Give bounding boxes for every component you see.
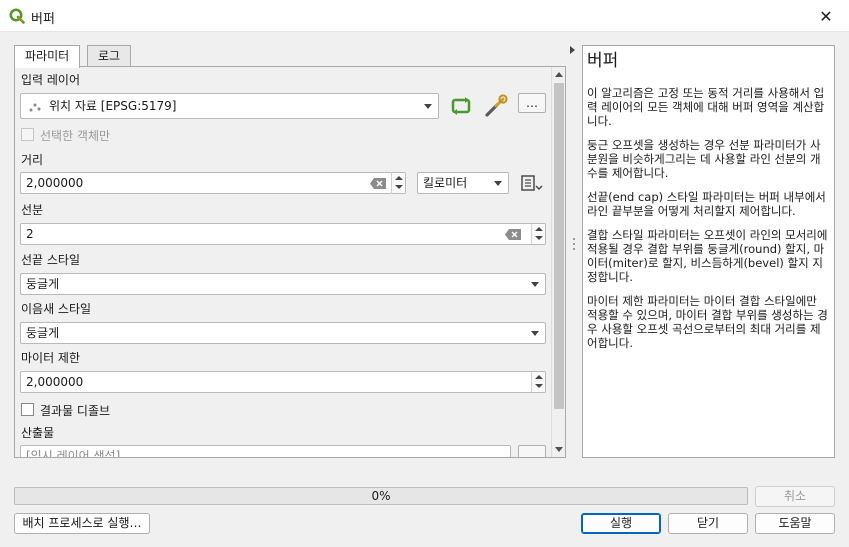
distance-input[interactable]: 2,000000: [20, 172, 392, 194]
chevron-down-icon: [494, 181, 502, 186]
close-window-button[interactable]: ✕: [803, 0, 849, 32]
tab-log[interactable]: 로그: [87, 45, 132, 67]
selected-only-label: 선택한 객체만: [40, 129, 111, 143]
help-paragraph: 결합 스타일 파라미터는 오프셋이 라인의 모서리에 적용될 경우 결합 부위를…: [587, 228, 828, 284]
output-options-button[interactable]: …: [518, 445, 546, 457]
advanced-options-button[interactable]: …: [518, 93, 546, 113]
clear-icon[interactable]: [370, 178, 386, 189]
output-label: 산출물: [21, 426, 55, 440]
help-paragraph: 이 알고리즘은 고정 또는 동적 거리를 사용해서 입력 레이어의 모든 객체에…: [587, 86, 825, 128]
run-button[interactable]: 실행: [581, 513, 661, 534]
title-bar: 버퍼 ✕: [0, 0, 849, 32]
miter-limit-label: 마이터 제한: [21, 351, 81, 365]
clear-icon[interactable]: [505, 229, 521, 240]
collapse-help-arrow-icon[interactable]: [570, 46, 575, 54]
miter-limit-value: 2,000000: [26, 375, 84, 389]
join-style-value: 둥글게: [26, 326, 60, 340]
progress-bar: 0%: [14, 487, 748, 505]
miter-limit-spinner[interactable]: [531, 372, 545, 392]
tab-parameters[interactable]: 파라미터: [14, 45, 81, 68]
input-layer-combo[interactable]: 위치 자료 [EPSG:5179]: [20, 93, 439, 119]
join-style-label: 이음새 스타일: [21, 302, 92, 316]
dissolve-checkbox[interactable]: [21, 403, 34, 416]
input-layer-label: 입력 레이어: [21, 73, 81, 87]
scroll-up-icon[interactable]: [555, 72, 563, 77]
close-button[interactable]: 닫기: [668, 513, 748, 534]
qgis-logo-icon: [9, 8, 25, 24]
parameters-panel: 입력 레이어 위치 자료 [EPSG:5179] … 선택한 객체만 거리 2,…: [14, 66, 566, 458]
miter-limit-input[interactable]: 2,000000: [20, 371, 546, 393]
spinner-arrows: [391, 173, 405, 193]
point-layer-icon: [29, 103, 41, 112]
selected-only-checkbox[interactable]: [21, 128, 34, 141]
distance-value: 2,000000: [26, 176, 84, 190]
progress-label: 0%: [371, 489, 391, 503]
segments-value: 2: [26, 227, 34, 241]
join-style-combo[interactable]: 둥글게: [20, 322, 546, 344]
parameters-scrollbar[interactable]: [551, 67, 565, 457]
parameters-scroll-area: 입력 레이어 위치 자료 [EPSG:5179] … 선택한 객체만 거리 2,…: [15, 67, 551, 457]
segments-input[interactable]: 2: [20, 223, 546, 245]
distance-spinner[interactable]: [391, 172, 406, 194]
distance-label: 거리: [21, 153, 44, 167]
help-panel: 버퍼 이 알고리즘은 고정 또는 동적 거리를 사용해서 입력 레이어의 모든 …: [582, 45, 835, 458]
batch-process-button[interactable]: 배치 프로세스로 실행…: [14, 513, 150, 534]
help-paragraph: 마이터 제한 파라미터는 마이터 결합 스타일에만 적용할 수 있으며, 마이터…: [587, 294, 828, 350]
scrollbar-thumb[interactable]: [554, 83, 564, 409]
distance-unit-combo[interactable]: 킬로미터: [417, 172, 509, 194]
close-icon: ✕: [819, 6, 833, 26]
splitter-handle[interactable]: [573, 238, 575, 258]
help-button[interactable]: 도움말: [755, 513, 835, 534]
chevron-down-icon: [424, 104, 432, 109]
help-title: 버퍼: [587, 51, 619, 71]
end-cap-value: 둥글게: [26, 277, 60, 291]
scroll-down-icon[interactable]: [555, 447, 563, 452]
chevron-down-icon: [531, 331, 539, 336]
output-placeholder: [임시 레이어 생성]: [26, 449, 121, 458]
wrench-icon[interactable]: [483, 94, 509, 118]
chevron-down-icon: [531, 282, 539, 287]
window-title: 버퍼: [31, 12, 55, 27]
output-input[interactable]: [임시 레이어 생성]: [20, 445, 511, 458]
end-cap-label: 선끝 스타일: [21, 253, 81, 267]
data-defined-override-icon[interactable]: [519, 174, 543, 194]
segments-label: 선분: [21, 203, 44, 217]
dissolve-label: 결과물 디졸브: [40, 404, 111, 418]
input-layer-value: 위치 자료 [EPSG:5179]: [49, 99, 177, 113]
end-cap-combo[interactable]: 둥글게: [20, 273, 546, 295]
help-paragraph: 선끝(end cap) 스타일 파라미터는 버퍼 내부에서 라인 끝부분을 어떻…: [587, 190, 826, 218]
iterate-features-icon[interactable]: [450, 95, 472, 117]
help-paragraph: 둥근 오프셋을 생성하는 경우 선분 파라미터가 사분원을 비슷하게그리는 데 …: [587, 138, 821, 180]
distance-unit-value: 킬로미터: [423, 176, 468, 190]
cancel-button[interactable]: 취소: [755, 486, 835, 507]
segments-spinner[interactable]: [531, 224, 545, 244]
